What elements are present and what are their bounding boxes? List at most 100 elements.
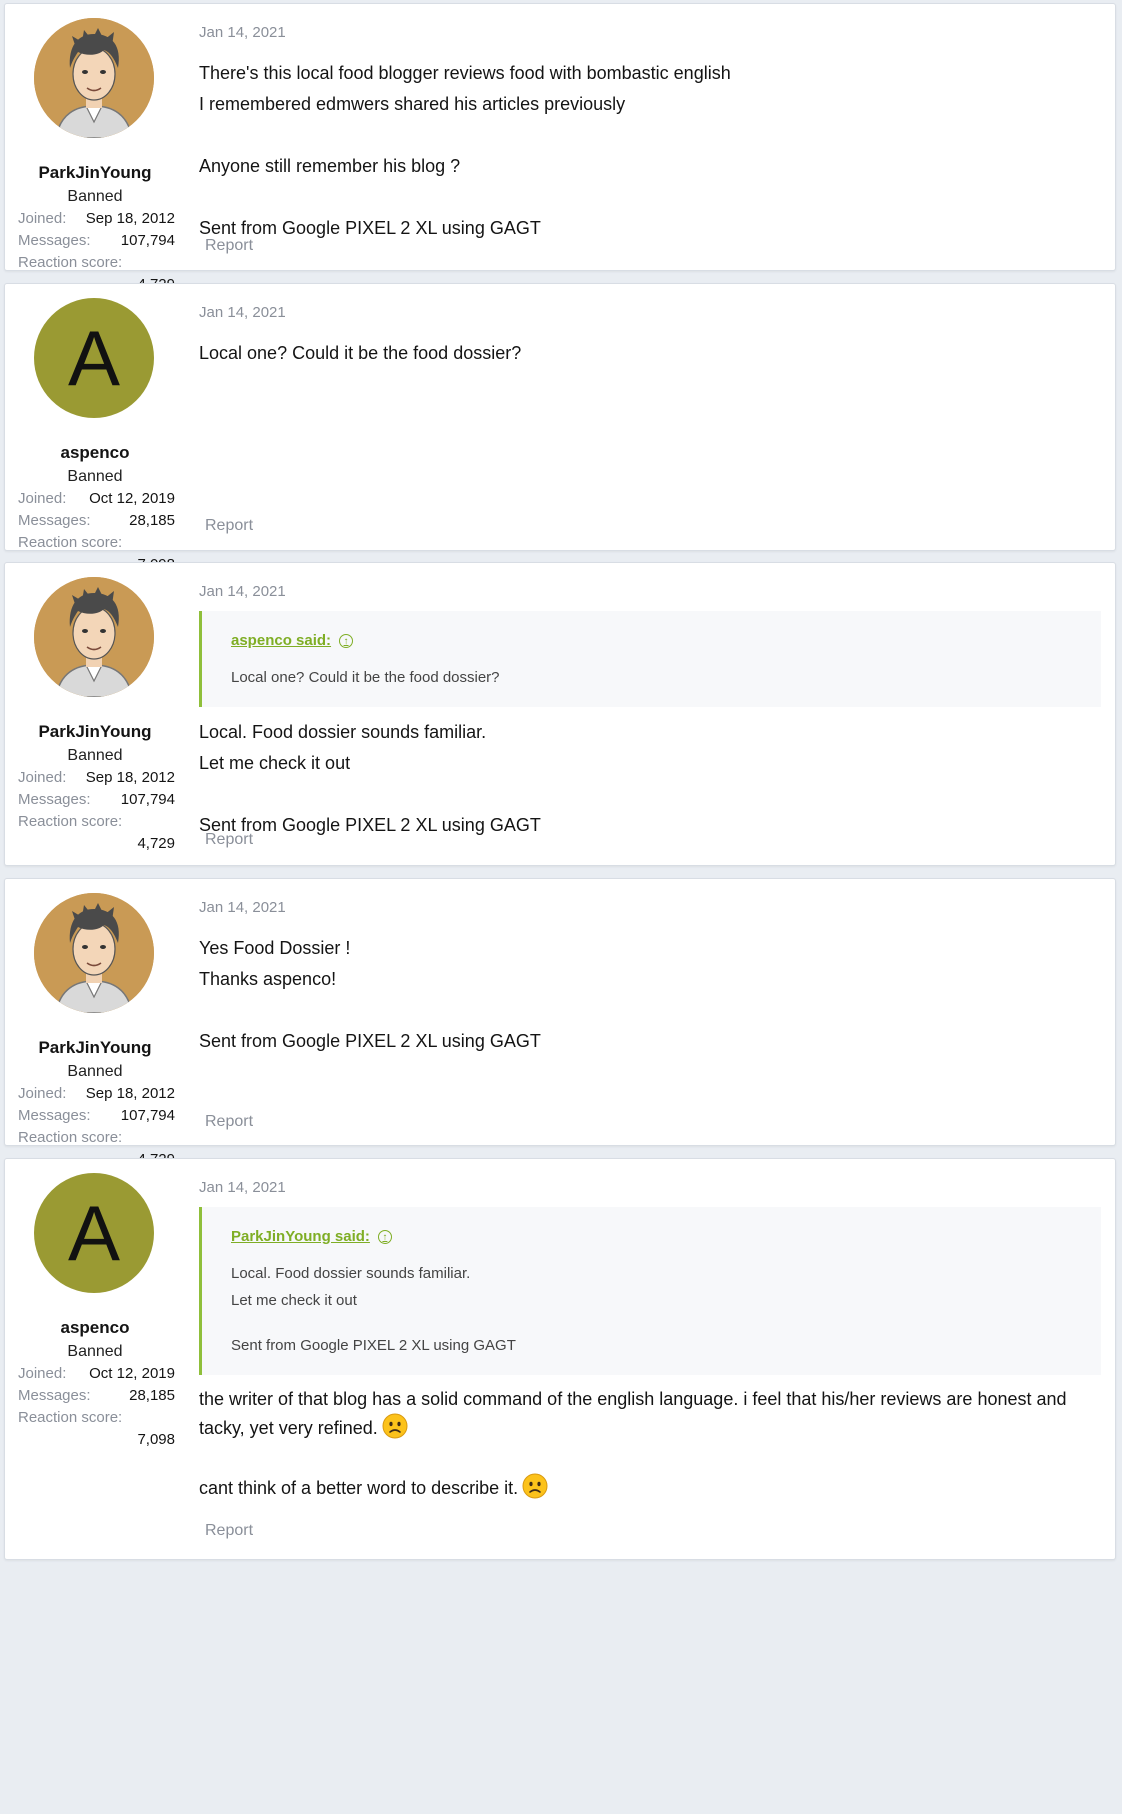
body-line: Let me check it out: [199, 748, 1101, 779]
post-body: aspenco said: ↑ Local one? Could it be the…: [199, 611, 1101, 841]
joined-row: Joined: Sep 18, 2012: [18, 769, 175, 791]
report-link[interactable]: Report: [205, 1113, 253, 1131]
joined-row: Joined: Oct 12, 2019: [18, 1365, 175, 1387]
thread: ParkJinYoung Banned Joined: Sep 18, 2012 Mes…: [0, 0, 1122, 1814]
username[interactable]: ParkJinYoung: [5, 1038, 185, 1058]
post-date[interactable]: Jan 14, 2021: [199, 583, 286, 600]
joined-label: Joined:: [18, 210, 67, 227]
reaction-row: Reaction score:7,098: [18, 1409, 175, 1448]
joined-row: Joined: Sep 18, 2012: [18, 210, 175, 232]
body-text: Local. Food dossier sounds familiar.: [199, 722, 487, 742]
quote-line: Local one? Could it be the food dossier?: [231, 669, 500, 686]
username[interactable]: ParkJinYoung: [5, 722, 185, 742]
body-line: There's this local food blogger reviews …: [199, 58, 1101, 89]
quote-author[interactable]: ParkJinYoung said:: [231, 1223, 370, 1250]
joined-date: Oct 12, 2019: [89, 490, 175, 507]
user-stats: Joined: Sep 18, 2012 Messages: 107,794 React…: [18, 769, 175, 852]
post-date[interactable]: Jan 14, 2021: [199, 1179, 286, 1196]
body-text: There's this local food blogger reviews …: [199, 63, 731, 83]
joined-row: Joined: Sep 18, 2012: [18, 1085, 175, 1107]
body-line: the writer of that blog has a solid comm…: [199, 1385, 1101, 1442]
body-line: Local. Food dossier sounds familiar.: [199, 717, 1101, 748]
report-link[interactable]: Report: [205, 517, 253, 535]
username[interactable]: aspenco: [5, 1318, 185, 1338]
body-text: Sent from Google PIXEL 2 XL using GAGT: [199, 218, 541, 238]
frowning-face-icon: [522, 1473, 548, 1499]
body-line: Yes Food Dossier !: [199, 933, 1101, 964]
reaction-label: Reaction score:: [18, 1409, 123, 1426]
joined-date: Sep 18, 2012: [85, 210, 175, 227]
quote-block: ParkJinYoung said: ↑ Local. Food dossier s…: [199, 1207, 1101, 1375]
avatar[interactable]: A: [34, 1173, 154, 1293]
reaction-score: 4,729: [137, 835, 175, 852]
quote-line: Let me check it out: [231, 1292, 357, 1309]
quote-author-link[interactable]: ParkJinYoung said: ↑: [231, 1223, 1073, 1250]
post: ParkJinYoung Banned Joined: Sep 18, 2012 Mes…: [4, 878, 1116, 1168]
frowning-face-icon: [382, 1413, 408, 1439]
reaction-row: Reaction score:7,098: [18, 534, 175, 573]
body-line: cant think of a better word to describe …: [199, 1473, 1101, 1502]
messages-label: Messages:: [18, 791, 91, 808]
messages-label: Messages:: [18, 1387, 91, 1404]
arrow-up-circle-icon[interactable]: ↑: [377, 1229, 392, 1244]
body-text: Local one? Could it be the food dossier?: [199, 343, 522, 363]
quote-author[interactable]: aspenco said:: [231, 627, 331, 654]
messages-label: Messages:: [18, 1107, 91, 1124]
post-body: ParkJinYoung said: ↑ Local. Food dossier s…: [199, 1207, 1101, 1502]
reaction-row: Reaction score: 4,729: [18, 813, 175, 852]
body-text: the writer of that blog has a solid comm…: [199, 1389, 1067, 1438]
messages-count: 28,185: [129, 512, 175, 529]
report-link[interactable]: Report: [205, 237, 253, 255]
user-stats: Joined: Sep 18, 2012 Messages: 107,794 React…: [18, 1085, 175, 1168]
user-title: Banned: [67, 1063, 123, 1080]
username[interactable]: ParkJinYoung: [5, 163, 185, 183]
messages-count: 107,794: [120, 232, 175, 249]
body-line: Local one? Could it be the food dossier?: [199, 338, 1101, 369]
body-text: Anyone still remember his blog ?: [199, 156, 461, 176]
quote-line: Local. Food dossier sounds familiar.: [231, 1265, 471, 1282]
reaction-label: Reaction score:: [18, 254, 123, 271]
report-link[interactable]: Report: [205, 831, 253, 849]
reaction-row: Reaction score:4,729: [18, 254, 175, 293]
avatar[interactable]: [34, 577, 154, 697]
joined-date: Oct 12, 2019: [89, 1365, 175, 1382]
post-date[interactable]: Jan 14, 2021: [199, 304, 286, 321]
avatar[interactable]: A: [34, 298, 154, 418]
reaction-row: Reaction score:4,729: [18, 1129, 175, 1168]
reaction-label: Reaction score:: [18, 813, 123, 830]
body-line: Anyone still remember his blog ?: [199, 151, 1101, 182]
user-title: Banned: [67, 188, 123, 205]
arrow-up-circle-icon[interactable]: ↑: [339, 633, 354, 648]
joined-date: Sep 18, 2012: [85, 1085, 175, 1102]
post: Aaspenco Banned Joined: Oct 12, 2019 Message…: [4, 283, 1116, 573]
joined-label: Joined:: [18, 769, 67, 786]
avatar[interactable]: [34, 893, 154, 1013]
username[interactable]: aspenco: [5, 443, 185, 463]
user-title: Banned: [67, 747, 123, 764]
post: ParkJinYoung Banned Joined: Sep 18, 2012 Mes…: [4, 562, 1116, 866]
body-line: Sent from Google PIXEL 2 XL using GAGT: [199, 810, 1101, 841]
post-body: There's this local food blogger reviews …: [199, 58, 1101, 244]
post-date[interactable]: Jan 14, 2021: [199, 899, 286, 916]
messages-row: Messages: 107,794: [18, 791, 175, 813]
messages-count: 107,794: [120, 1107, 175, 1124]
messages-row: Messages: 107,794: [18, 1107, 175, 1129]
quote-author-link[interactable]: aspenco said: ↑: [231, 627, 1073, 654]
reaction-label: Reaction score:: [18, 534, 123, 551]
body-line: Sent from Google PIXEL 2 XL using GAGT: [199, 213, 1101, 244]
body-line: Sent from Google PIXEL 2 XL using GAGT: [199, 1026, 1101, 1057]
post-date[interactable]: Jan 14, 2021: [199, 24, 286, 41]
joined-label: Joined:: [18, 490, 67, 507]
body-line: I remembered edmwers shared his articles…: [199, 89, 1101, 120]
user-stats: Joined: Sep 18, 2012 Messages: 107,794 React…: [18, 210, 175, 293]
messages-count: 28,185: [129, 1387, 175, 1404]
quote-block: aspenco said: ↑ Local one? Could it be the…: [199, 611, 1101, 707]
messages-count: 107,794: [120, 791, 175, 808]
quote-line: Sent from Google PIXEL 2 XL using GAGT: [231, 1337, 516, 1354]
body-text: cant think of a better word to describe …: [199, 1478, 519, 1498]
avatar[interactable]: [34, 18, 154, 138]
report-link[interactable]: Report: [205, 1522, 253, 1540]
messages-row: Messages: 28,185: [18, 1387, 175, 1409]
body-text: Yes Food Dossier !: [199, 938, 351, 958]
